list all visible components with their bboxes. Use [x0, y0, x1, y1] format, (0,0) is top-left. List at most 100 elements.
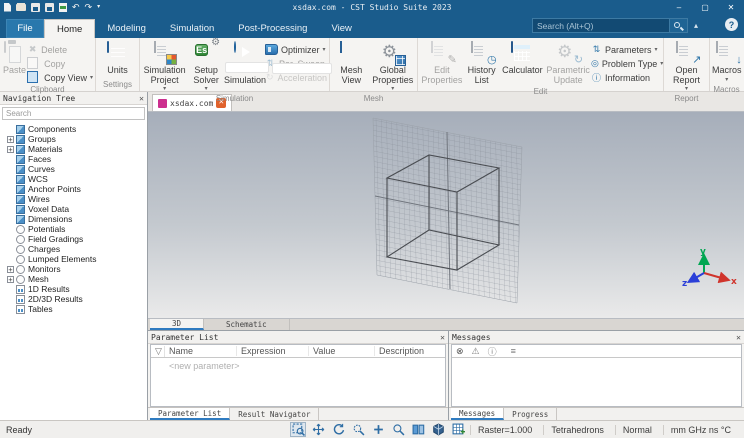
help-icon[interactable]: ? [725, 18, 738, 31]
copy-view-button[interactable]: Copy View ▾ [27, 70, 93, 83]
edit-properties-button[interactable]: ✎ Edit Properties [420, 41, 464, 85]
tree-item-dimensions[interactable]: Dimensions [0, 214, 147, 224]
errors-filter-icon[interactable]: ⊗ [456, 346, 464, 357]
open-report-button[interactable]: ↗ Open Report ▾ [666, 41, 707, 92]
paste-button[interactable]: Paste [2, 41, 27, 76]
parametric-update-button[interactable]: ⚙ ↻ Parametric Update [545, 41, 591, 85]
tab-simulation[interactable]: Simulation [158, 19, 226, 38]
tree-item-monitors[interactable]: + Monitors [0, 264, 147, 274]
history-list-button[interactable]: ◷ History List [464, 41, 500, 85]
group-label-report: Report [674, 94, 699, 103]
tree-item-lumped-elements[interactable]: Lumped Elements [0, 254, 147, 264]
pan-tool[interactable] [310, 422, 326, 437]
tab-3d[interactable]: 3D [150, 319, 205, 330]
tree-item-1d-results[interactable]: 1D Results [0, 284, 147, 294]
bounding-box-tool[interactable] [430, 422, 446, 437]
tree-item-wcs[interactable]: WCS [0, 174, 147, 184]
problem-type-button[interactable]: ◎ Problem Type ▾ [591, 58, 663, 69]
info-filter-icon[interactable]: ⓘ [488, 345, 497, 358]
tree-search-input[interactable] [2, 107, 145, 120]
message-list-icon[interactable]: ≡ [511, 346, 516, 356]
maximize-button[interactable]: ▢ [692, 0, 718, 14]
setup-solver-button[interactable]: Es ⚙ Setup Solver ▾ [187, 38, 225, 93]
global-properties-button[interactable]: ⚙ Global Properties ▾ [371, 41, 415, 92]
tree-item-charges[interactable]: Charges [0, 244, 147, 254]
expander-icon[interactable]: + [7, 135, 14, 143]
tree-item-anchor-points[interactable]: Anchor Points [0, 184, 147, 194]
status-units[interactable]: mm GHz ns °C [662, 424, 738, 435]
rotate-tool[interactable] [330, 422, 346, 437]
search-button[interactable] [670, 18, 688, 33]
expander-icon[interactable]: + [7, 275, 14, 283]
start-simulation-icon [234, 41, 236, 53]
tab-progress[interactable]: Progress [504, 408, 558, 420]
tab-parameter-list[interactable]: Parameter List [150, 408, 231, 420]
copy-button[interactable]: Copy [27, 56, 93, 69]
save-all-icon[interactable] [45, 2, 54, 12]
information-button[interactable]: ⓘ Information [591, 72, 661, 84]
viewport-3d-canvas[interactable]: y x z [148, 112, 744, 318]
tile-windows-tool[interactable] [410, 422, 426, 437]
zoom-lasso-tool[interactable] [350, 422, 366, 437]
tree-item-components[interactable]: Components [0, 124, 147, 134]
close-icon[interactable]: ✕ [440, 333, 445, 342]
zoom-tool[interactable] [390, 422, 406, 437]
status-raster[interactable]: Raster=1.000 [470, 424, 539, 435]
viewport-3d[interactable]: y x z [148, 112, 744, 318]
filter-icon[interactable]: ▽ [151, 345, 165, 357]
column-name[interactable]: Name [165, 346, 237, 356]
new-file-icon[interactable] [4, 2, 11, 12]
expander-icon[interactable]: + [7, 145, 14, 153]
collapse-ribbon-icon[interactable]: ▴ [688, 21, 704, 30]
new-parameter-row[interactable]: <new parameter> [151, 358, 445, 371]
undo-icon[interactable]: ↶ [72, 2, 80, 12]
column-value[interactable]: Value [309, 346, 375, 356]
column-expression[interactable]: Expression [237, 346, 309, 356]
window-title: xsdax.com - CST Studio Suite 2023 [292, 2, 452, 12]
tab-home[interactable]: Home [44, 19, 96, 38]
redo-icon[interactable]: ↷ [85, 2, 93, 12]
tree-item-potentials[interactable]: Potentials [0, 224, 147, 234]
zoom-select-tool[interactable] [290, 422, 307, 437]
tree-item-wires[interactable]: Wires [0, 194, 147, 204]
calculator-button[interactable]: Calculator [500, 41, 546, 76]
tab-modeling[interactable]: Modeling [95, 19, 158, 38]
move-tool[interactable] [370, 422, 386, 437]
tree-item-groups[interactable]: + Groups [0, 134, 147, 144]
simulation-project-button[interactable]: Simulation Project ▾ [142, 41, 187, 92]
minimize-button[interactable]: – [666, 0, 692, 14]
warnings-filter-icon[interactable]: ⚠ [472, 346, 480, 357]
tab-schematic[interactable]: Schematic [204, 319, 290, 330]
status-mesh-type[interactable]: Tetrahedrons [543, 424, 611, 435]
tree-item-materials[interactable]: + Materials [0, 144, 147, 154]
tab-messages[interactable]: Messages [451, 408, 505, 420]
tab-file[interactable]: File [6, 19, 44, 38]
expander-icon[interactable]: + [7, 265, 14, 273]
close-icon[interactable]: ✕ [736, 333, 741, 342]
column-description[interactable]: Description [375, 346, 428, 356]
mesh-view-button[interactable]: Mesh View [332, 41, 371, 85]
parameters-button[interactable]: ⇅ Parameters ▾ [591, 44, 661, 55]
raster-grid-icon[interactable] [450, 422, 466, 437]
status-normal[interactable]: Normal [614, 424, 659, 435]
units-button[interactable]: Units [98, 41, 137, 76]
tab-post-processing[interactable]: Post-Processing [226, 19, 319, 38]
qat-more-icon[interactable]: ▾ [97, 3, 100, 12]
import-icon[interactable] [59, 2, 67, 12]
tab-view[interactable]: View [319, 19, 363, 38]
tree-item-faces[interactable]: Faces [0, 154, 147, 164]
tree-item-mesh[interactable]: + Mesh [0, 274, 147, 284]
tab-result-navigator[interactable]: Result Navigator [230, 408, 320, 420]
tree-item-field-gradings[interactable]: Field Gradings [0, 234, 147, 244]
delete-button[interactable]: ✖ Delete [27, 44, 93, 55]
tree-item-2d3d-results[interactable]: 2D/3D Results [0, 294, 147, 304]
optimizer-button[interactable]: Optimizer ▾ [265, 44, 327, 55]
close-button[interactable]: ✕ [718, 0, 744, 14]
open-file-icon[interactable] [16, 3, 26, 11]
macros-button[interactable]: ↓ Macros ▾ [712, 41, 742, 83]
tree-item-tables[interactable]: Tables [0, 304, 147, 314]
tree-item-curves[interactable]: Curves [0, 164, 147, 174]
tree-item-voxel-data[interactable]: Voxel Data [0, 204, 147, 214]
save-icon[interactable] [31, 2, 40, 12]
search-input[interactable] [532, 18, 670, 33]
